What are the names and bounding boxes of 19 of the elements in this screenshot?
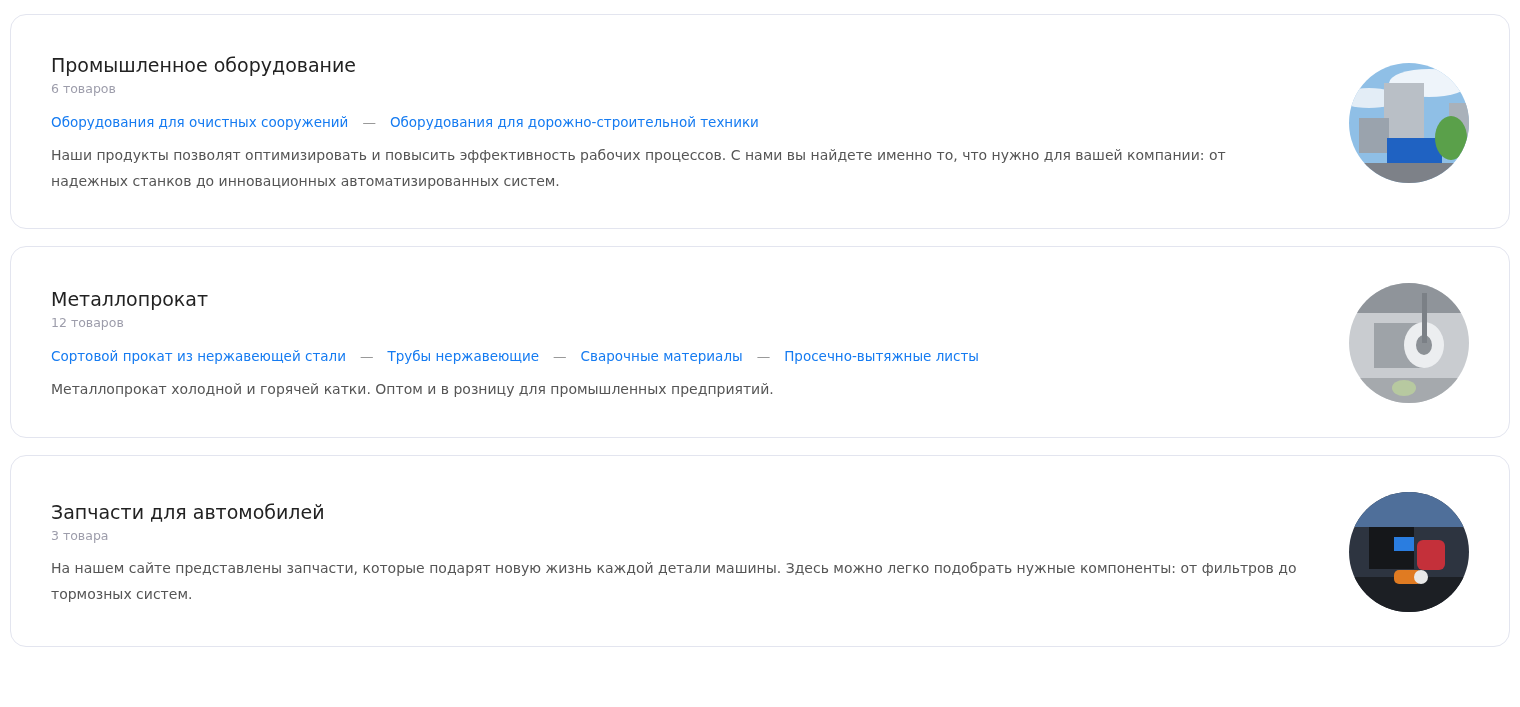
item-count: 3 товара [51, 527, 110, 543]
separator-dash: — [553, 347, 567, 364]
category-description: На нашем сайте представлены запчасти, которые подарят новую жизнь каждой детали машины. Здесь можно легко подобрать нужные компоненты: от фильтров до тормозных систем. [51, 558, 1298, 604]
category-title[interactable]: Металлопрокат [51, 284, 979, 313]
category-description: Металлопрокат холодной и горячей катки. Оптом и в розницу для промышленных предприятий. [51, 379, 775, 399]
subcategory-link[interactable]: Оборудования для дорожно-строительной техники [389, 114, 759, 130]
separator-dash: — [362, 114, 376, 130]
category-description: Наши продукты позволят оптимизировать и повысить эффективность рабочих процессов. С нами вы найдете именно то, что нужно для вашей компании: от надежных станков до инновационных автоматизированных систем. [51, 146, 1227, 191]
item-count: 6 товаров [51, 81, 117, 96]
separator-dash: — [359, 347, 374, 364]
category-title[interactable]: Промышленное оборудование [51, 51, 1301, 79]
item-count: 12 товаров [51, 314, 125, 330]
separator-dash: — [756, 347, 771, 364]
subcategory-link[interactable]: Сортовой прокат из нержавеющей стали [51, 347, 346, 364]
subcategory-link[interactable]: Оборудования для очистных сооружений [51, 114, 349, 130]
category-title[interactable]: Запчасти для автомобилей [51, 497, 1301, 526]
subcategory-link[interactable]: Сварочные материалы [580, 347, 743, 364]
subcategory-link[interactable]: Просечно-вытяжные листы [784, 347, 979, 364]
subcategory-link[interactable]: Трубы нержавеющие [387, 347, 540, 364]
